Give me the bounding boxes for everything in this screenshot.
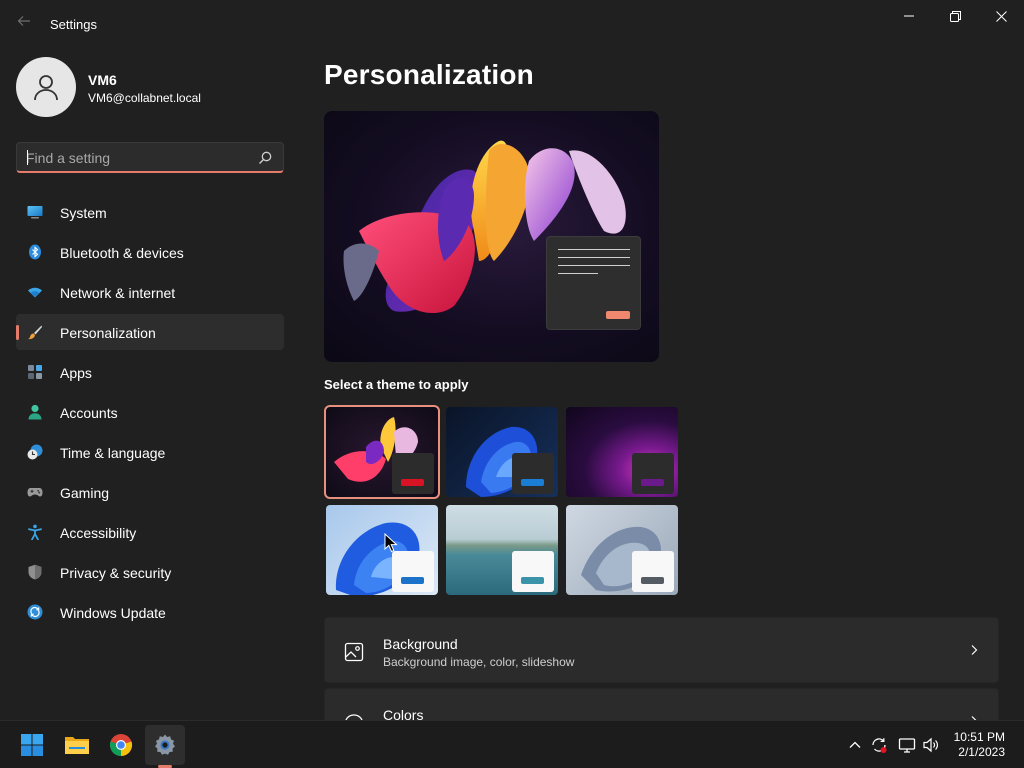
sidebar-item-label: Time & language <box>60 445 166 461</box>
search-box[interactable] <box>16 142 284 173</box>
theme-window-preview <box>512 453 554 494</box>
close-button[interactable] <box>978 0 1024 32</box>
sidebar-item-label: System <box>60 205 107 221</box>
preview-text-line <box>558 257 630 258</box>
gamepad-icon <box>27 488 43 497</box>
theme-preview <box>324 111 659 362</box>
preview-text-line <box>558 273 598 274</box>
sidebar-nav: System Bluetooth & devices Network & int… <box>16 194 284 634</box>
clock-time: 10:51 PM <box>953 730 1005 744</box>
theme-accent-swatch <box>521 479 544 486</box>
user-name: VM6 <box>88 72 117 88</box>
theme-window-preview <box>392 551 434 592</box>
wifi-icon <box>28 287 42 298</box>
system-clock[interactable]: 10:51 PM 2/1/2023 <box>954 730 1005 760</box>
settings-button[interactable] <box>145 725 185 765</box>
preview-text-line <box>558 265 630 266</box>
network-icon[interactable] <box>898 736 916 754</box>
sidebar-item-accounts[interactable]: Accounts <box>16 394 284 430</box>
preview-window <box>546 236 641 330</box>
sidebar-item-privacy-security[interactable]: Privacy & security <box>16 554 284 590</box>
avatar[interactable] <box>16 57 76 117</box>
theme-tile-lake-light[interactable] <box>446 505 558 595</box>
restore-button[interactable] <box>932 0 978 32</box>
sidebar-item-label: Accounts <box>60 405 118 421</box>
theme-tile-sunrise-dark[interactable] <box>566 407 678 497</box>
shield-icon <box>28 564 42 580</box>
theme-accent-swatch <box>401 577 424 584</box>
title-bar: Settings <box>0 0 1024 48</box>
theme-accent-swatch <box>401 479 424 486</box>
chrome-button[interactable] <box>101 725 141 765</box>
text-caret <box>27 150 28 165</box>
sidebar-item-label: Personalization <box>60 325 156 341</box>
back-arrow-icon[interactable] <box>14 14 34 34</box>
taskbar: 10:51 PM 2/1/2023 <box>0 720 1024 768</box>
sidebar-item-time-language[interactable]: Time & language <box>16 434 284 470</box>
globe-clock-icon <box>27 444 43 460</box>
chevron-up-icon[interactable] <box>846 736 864 754</box>
minimize-button[interactable] <box>886 0 932 32</box>
accessibility-icon <box>28 524 42 540</box>
sidebar-item-windows-update[interactable]: Windows Update <box>16 594 284 630</box>
theme-grid <box>324 405 680 597</box>
sidebar-item-label: Bluetooth & devices <box>60 245 184 261</box>
sidebar-item-personalization[interactable]: Personalization <box>16 314 284 350</box>
mouse-cursor-icon <box>384 533 398 553</box>
sidebar-item-gaming[interactable]: Gaming <box>16 474 284 510</box>
system-icon <box>27 206 43 219</box>
preview-text-line <box>558 249 630 250</box>
theme-tile-flow-light[interactable] <box>566 505 678 595</box>
brush-icon <box>28 325 42 340</box>
sidebar-item-apps[interactable]: Apps <box>16 354 284 390</box>
user-email: VM6@collabnet.local <box>88 91 201 105</box>
sidebar-item-label: Windows Update <box>60 605 166 621</box>
sidebar-item-network[interactable]: Network & internet <box>16 274 284 310</box>
sidebar-item-label: Apps <box>60 365 92 381</box>
search-input[interactable] <box>26 149 246 167</box>
user-icon <box>34 75 58 101</box>
bluetooth-icon <box>29 244 41 260</box>
theme-window-preview <box>512 551 554 592</box>
background-settings-card[interactable]: Background Background image, color, slid… <box>324 617 999 683</box>
sidebar-item-label: Gaming <box>60 485 110 501</box>
theme-tile-glow-dark[interactable] <box>324 405 440 499</box>
theme-accent-swatch <box>641 479 664 486</box>
search-icon[interactable] <box>257 150 273 166</box>
sidebar-item-label: Privacy & security <box>60 565 172 581</box>
theme-window-preview <box>632 453 674 494</box>
theme-window-preview <box>392 453 434 494</box>
theme-accent-swatch <box>521 577 544 584</box>
sidebar-item-bluetooth[interactable]: Bluetooth & devices <box>16 234 284 270</box>
themes-section-label: Select a theme to apply <box>324 377 469 392</box>
volume-icon[interactable] <box>922 736 940 754</box>
file-explorer-icon <box>65 737 89 754</box>
app-title: Settings <box>50 17 97 32</box>
apps-icon <box>28 365 42 379</box>
image-icon <box>344 642 364 662</box>
file-explorer-button[interactable] <box>57 725 97 765</box>
windows-start-icon <box>21 734 43 756</box>
sidebar-item-accessibility[interactable]: Accessibility <box>16 514 284 550</box>
sidebar-item-label: Accessibility <box>60 525 137 541</box>
chevron-right-icon <box>971 645 978 655</box>
sync-icon[interactable] <box>870 736 888 754</box>
sidebar-item-label: Network & internet <box>60 285 176 301</box>
settings-icon <box>155 734 175 755</box>
start-button[interactable] <box>12 725 52 765</box>
card-subtitle: Background image, color, slideshow <box>383 655 575 669</box>
clock-date: 2/1/2023 <box>958 745 1005 759</box>
chrome-icon <box>109 734 133 757</box>
update-icon <box>27 604 43 620</box>
theme-tile-bloom-dark[interactable] <box>446 407 558 497</box>
card-title: Background <box>383 636 458 652</box>
theme-accent-swatch <box>641 577 664 584</box>
theme-tile-bloom-light[interactable] <box>326 505 438 595</box>
sidebar-item-system[interactable]: System <box>16 194 284 230</box>
page-title: Personalization <box>324 59 534 90</box>
preview-accent-button <box>606 311 630 319</box>
person-icon <box>28 404 42 420</box>
theme-window-preview <box>632 551 674 592</box>
